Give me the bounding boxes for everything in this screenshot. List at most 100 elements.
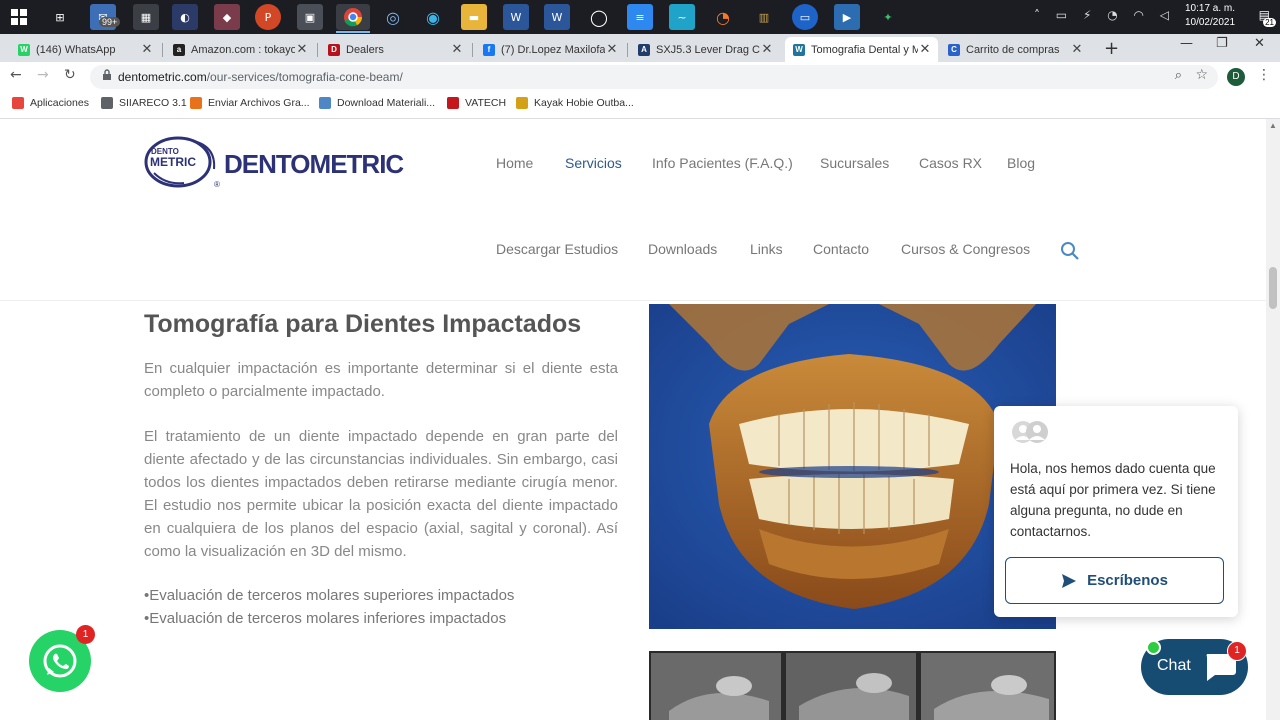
app-icon[interactable]: ▶ — [834, 4, 860, 30]
close-tab-icon[interactable]: ✕ — [295, 42, 309, 57]
bookmark-item[interactable]: Kayak Hobie Outba... — [516, 97, 634, 109]
url-text[interactable]: dentometric.com/our-services/tomografia-… — [118, 70, 403, 84]
edge-icon[interactable]: ◉ — [420, 4, 446, 30]
app-icon[interactable]: ◎ — [380, 4, 406, 30]
profile-avatar[interactable]: D — [1227, 68, 1245, 86]
close-window-button[interactable]: ✕ — [1254, 36, 1265, 51]
chrome-icon[interactable] — [336, 4, 370, 30]
close-tab-icon[interactable]: ✕ — [1070, 42, 1084, 57]
powerpoint-icon[interactable]: P — [255, 4, 281, 30]
app-icon[interactable]: ▥ — [751, 4, 777, 30]
menu-kebab-icon[interactable]: ⋮ — [1257, 67, 1271, 83]
nav-info-pacientes[interactable]: Info Pacientes (F.A.Q.) — [652, 155, 793, 171]
chat-launcher-label: Chat — [1157, 657, 1191, 674]
nav-servicios[interactable]: Servicios — [565, 155, 622, 171]
nav-cursos-congresos[interactable]: Cursos & Congresos — [901, 241, 1030, 257]
site-logo[interactable]: DENTO METRIC ® DENTOMETRIC — [144, 133, 404, 191]
browser-tab[interactable]: A SXJ5.3 Lever Drag Cast✕ — [630, 37, 780, 62]
cart-icon: C — [948, 43, 960, 56]
close-tab-icon[interactable]: ✕ — [605, 42, 619, 57]
app-icon[interactable]: ✦ — [875, 4, 901, 30]
browser-tab[interactable]: W Tomografia Dental y M ✕ — [785, 37, 938, 62]
close-tab-icon[interactable]: ✕ — [140, 42, 154, 57]
nav-links[interactable]: Links — [750, 241, 783, 257]
nav-casos-rx[interactable]: Casos RX — [919, 155, 982, 171]
app-icon[interactable]: ~ — [669, 4, 695, 30]
bullet-item: •Evaluación de terceros molares superior… — [144, 587, 515, 604]
system-tray[interactable]: ˄ ▭ ⚡ ◔ ◠ ◁ — [1034, 8, 1175, 22]
task-view-icon[interactable]: ⊞ — [47, 4, 73, 30]
nav-descargar-estudios[interactable]: Descargar Estudios — [496, 241, 618, 257]
clock[interactable]: 10:17 a. m. 10/02/2021 — [1180, 2, 1240, 30]
browser-tab[interactable]: C Carrito de compras ✕ — [940, 37, 1090, 62]
nav-sucursales[interactable]: Sucursales — [820, 155, 889, 171]
reload-button[interactable]: ↻ — [64, 67, 76, 83]
minimize-button[interactable]: — — [1180, 36, 1193, 51]
new-tab-button[interactable]: + — [1104, 38, 1119, 59]
bookmark-star-icon[interactable]: ☆ — [1195, 67, 1208, 83]
bookmark-label: Enviar Archivos Gra... — [208, 97, 310, 109]
browser-tab[interactable]: W (146) WhatsApp ✕ — [10, 37, 160, 62]
clock-date: 10/02/2021 — [1184, 17, 1236, 28]
browser-tab[interactable]: a Amazon.com : tokayo f ✕ — [165, 37, 315, 62]
online-status-dot — [1146, 640, 1161, 655]
browser-tab[interactable]: D Dealers ✕ — [320, 37, 470, 62]
agents-avatar-icon — [1010, 420, 1050, 449]
chat-launcher-button[interactable]: Chat 1 — [1141, 639, 1248, 695]
nav-blog[interactable]: Blog — [1007, 155, 1035, 171]
logo-small-main: METRIC — [150, 155, 196, 169]
scrollbar-thumb[interactable] — [1269, 267, 1277, 309]
maximize-button[interactable]: ❐ — [1216, 36, 1228, 51]
address-bar[interactable]: dentometric.com/our-services/tomografia-… — [90, 65, 1218, 89]
tab-title: SXJ5.3 Lever Drag Cast — [656, 43, 760, 56]
obs-icon[interactable]: ◯ — [586, 4, 612, 30]
app-icon[interactable]: ▭ — [792, 4, 818, 30]
svg-text:®: ® — [214, 180, 220, 189]
app-icon[interactable]: ≡ — [627, 4, 653, 30]
chat-greeting-popup: Hola, nos hemos dado cuenta que está aqu… — [994, 406, 1238, 617]
app-icon[interactable]: ◐ — [172, 4, 198, 30]
close-tab-icon[interactable]: ✕ — [760, 42, 774, 57]
bookmarks-bar: Aplicaciones SIIARECO 3.1 Enviar Archivos … — [0, 92, 1280, 119]
nav-downloads[interactable]: Downloads — [648, 241, 717, 257]
forward-button[interactable]: → — [37, 67, 49, 83]
bookmark-item[interactable]: VATECH — [447, 97, 506, 109]
page-scrollbar[interactable]: ▲ — [1266, 119, 1280, 720]
tab-title: Dealers — [346, 43, 384, 56]
whatsapp-button[interactable]: 1 — [29, 625, 95, 692]
lock-icon[interactable] — [102, 69, 112, 83]
bookmark-item[interactable]: Enviar Archivos Gra... — [190, 97, 310, 109]
mail-badge: 99+ — [99, 17, 121, 27]
browser-toolbar: ← → ↻ dentometric.com/our-services/tomog… — [0, 62, 1280, 92]
write-us-button[interactable]: Escríbenos — [1005, 557, 1224, 604]
file-explorer-icon[interactable]: ▬ — [461, 4, 487, 30]
scroll-up-arrow-icon[interactable]: ▲ — [1269, 121, 1277, 130]
browser-tab[interactable]: f (7) Dr.Lopez Maxilofaci ✕ — [475, 37, 625, 62]
back-button[interactable]: ← — [10, 67, 22, 83]
tab-title: Carrito de compras — [966, 43, 1060, 56]
app-icon[interactable]: ◆ — [214, 4, 240, 30]
clock-time: 10:17 a. m. — [1184, 3, 1236, 14]
word-icon[interactable]: W — [503, 4, 529, 30]
nav-contacto[interactable]: Contacto — [813, 241, 869, 257]
tab-separator — [627, 43, 628, 57]
nav-home[interactable]: Home — [496, 155, 533, 171]
bookmark-label: VATECH — [465, 97, 507, 109]
bookmark-item[interactable]: SIIARECO 3.1 — [101, 97, 187, 109]
search-icon[interactable] — [1060, 241, 1080, 261]
close-tab-icon[interactable]: ✕ — [450, 42, 464, 57]
blender-icon[interactable]: ◔ — [710, 4, 736, 30]
chat-greeting-message: Hola, nos hemos dado cuenta que está aqu… — [1010, 461, 1216, 539]
amazon-icon: a — [173, 43, 185, 56]
store-icon[interactable]: ▣ — [297, 4, 323, 30]
send-icon — [1062, 573, 1077, 588]
app-icon[interactable]: ▦ — [133, 4, 159, 30]
windows-start-icon[interactable] — [6, 4, 32, 30]
zoom-icon[interactable]: ⌕ — [1175, 68, 1182, 83]
word-icon[interactable]: W — [544, 4, 570, 30]
close-tab-icon[interactable]: ✕ — [918, 42, 932, 57]
chat-unread-badge: 1 — [1227, 641, 1247, 661]
bookmark-item[interactable]: Download Materiali... — [319, 97, 435, 109]
bookmark-item[interactable]: Aplicaciones — [12, 97, 89, 109]
page-title: Tomografía para Dientes Impactados — [144, 310, 582, 338]
